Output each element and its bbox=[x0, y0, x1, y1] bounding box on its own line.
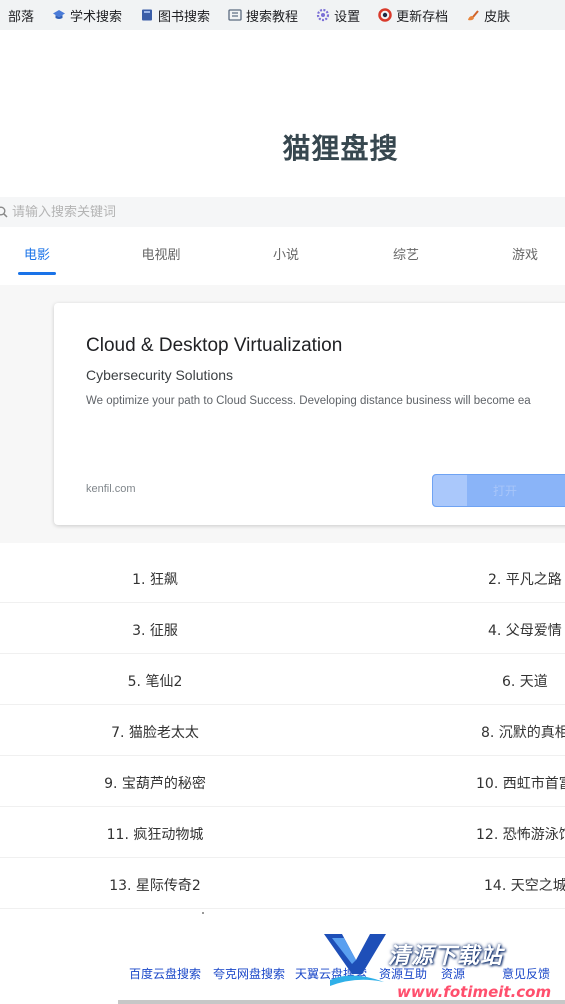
ranking-item[interactable]: 12. 恐怖游泳馆 bbox=[476, 824, 565, 844]
blog-icon bbox=[0, 8, 4, 22]
book-icon bbox=[142, 9, 153, 21]
ranking-item[interactable]: 9. 宝葫芦的秘密 bbox=[80, 773, 230, 793]
tab-variety[interactable]: 综艺 bbox=[366, 236, 446, 280]
tab-game[interactable]: 游戏 bbox=[485, 236, 565, 280]
footer-link-quark[interactable]: 夸克网盘搜索 bbox=[213, 965, 285, 982]
search-input[interactable] bbox=[12, 204, 512, 220]
ranking-row: 9. 宝葫芦的秘密 10. 西虹市首富 bbox=[0, 756, 565, 807]
bookmark-label: 部落 bbox=[8, 9, 35, 25]
bookmark-label: 搜索教程 bbox=[246, 9, 299, 25]
ad-button-highlight bbox=[433, 475, 467, 506]
bookmarks-bar: 部落 学术搜索 图书搜索 搜索教程 设置 更新存档 皮肤 bbox=[0, 0, 565, 30]
gear-icon bbox=[316, 8, 330, 22]
bookmark-label: 设置 bbox=[334, 9, 361, 25]
watermark-logo-icon bbox=[324, 934, 386, 986]
ranking-row: 13. 星际传奇2 14. 天空之城 bbox=[0, 858, 565, 909]
bookmark-label: 更新存档 bbox=[396, 9, 449, 25]
bookmark-label: 皮肤 bbox=[484, 9, 511, 25]
ranking-item[interactable]: 11. 疯狂动物城 bbox=[80, 824, 230, 844]
ad-domain[interactable]: kenfil.com bbox=[86, 483, 136, 495]
active-tab-indicator bbox=[18, 272, 56, 275]
horizontal-scrollbar[interactable] bbox=[118, 1000, 565, 1004]
ranking-item[interactable]: 1. 狂飙 bbox=[80, 569, 230, 589]
bookmark-tutorial[interactable]: 搜索教程 bbox=[220, 4, 306, 26]
ranking-item[interactable]: 8. 沉默的真相 bbox=[481, 722, 565, 742]
ranking-item[interactable]: 7. 猫脸老太太 bbox=[80, 722, 230, 742]
bookmark-label: 图书搜索 bbox=[158, 9, 211, 25]
tab-novel[interactable]: 小说 bbox=[246, 236, 326, 280]
bookmark-settings[interactable]: 设置 bbox=[308, 4, 368, 26]
ranking-row: 5. 笔仙2 6. 天道 bbox=[0, 654, 565, 705]
site-title: 猫狸盘搜 bbox=[282, 132, 399, 165]
brush-icon bbox=[468, 10, 479, 21]
watermark-title: 清源下载站 bbox=[388, 944, 504, 969]
ad-subtitle: Cybersecurity Solutions bbox=[86, 367, 234, 383]
category-tabs: 电影 电视剧 小说 综艺 游戏 bbox=[0, 236, 565, 284]
bookmark-scholar[interactable]: 学术搜索 bbox=[44, 4, 130, 26]
watermark-url: www.fotimeit.com bbox=[397, 983, 552, 1001]
ad-card[interactable]: Cloud & Desktop Virtualization Cybersecu… bbox=[54, 303, 565, 525]
ranking-item[interactable]: 2. 平凡之路 bbox=[488, 569, 562, 589]
archive-icon bbox=[378, 8, 392, 22]
ranking-item[interactable]: 13. 星际传奇2 bbox=[80, 875, 230, 895]
ad-description: We optimize your path to Cloud Success. … bbox=[86, 395, 531, 407]
ranking-row: 7. 猫脸老太太 8. 沉默的真相 bbox=[0, 705, 565, 756]
ad-open-button[interactable]: 打开 bbox=[432, 474, 565, 507]
ranking-item[interactable]: 3. 征服 bbox=[80, 620, 230, 640]
search-icon bbox=[0, 206, 8, 218]
ranking-item[interactable]: 6. 天道 bbox=[502, 671, 548, 691]
bookmark-archive[interactable]: 更新存档 bbox=[370, 4, 456, 26]
ranking-item[interactable]: 4. 父母爱情 bbox=[488, 620, 562, 640]
bookmark-blog[interactable]: 部落 bbox=[0, 4, 42, 26]
ranking-row: 11. 疯狂动物城 12. 恐怖游泳馆 bbox=[0, 807, 565, 858]
ranking-row: 3. 征服 4. 父母爱情 bbox=[0, 603, 565, 654]
tutorial-icon bbox=[228, 9, 242, 21]
ranking-item[interactable]: 5. 笔仙2 bbox=[80, 671, 230, 691]
stray-dot bbox=[202, 912, 204, 914]
bookmark-books[interactable]: 图书搜索 bbox=[132, 4, 218, 26]
ranking-item[interactable]: 14. 天空之城 bbox=[484, 875, 565, 895]
footer-link-baidu[interactable]: 百度云盘搜索 bbox=[129, 965, 201, 982]
footer-link-feedback[interactable]: 意见反馈 bbox=[502, 965, 550, 982]
ranking-list: 1. 狂飙 2. 平凡之路 3. 征服 4. 父母爱情 5. 笔仙2 6. 天道… bbox=[0, 552, 565, 909]
ranking-row: 1. 狂飙 2. 平凡之路 bbox=[0, 552, 565, 603]
ranking-item[interactable]: 10. 西虹市首富 bbox=[476, 773, 565, 793]
search-bar[interactable] bbox=[0, 197, 565, 227]
ad-title[interactable]: Cloud & Desktop Virtualization bbox=[86, 335, 342, 357]
graduation-cap-icon bbox=[53, 10, 66, 19]
tab-tv-series[interactable]: 电视剧 bbox=[121, 236, 201, 280]
ad-button-label: 打开 bbox=[493, 484, 518, 498]
bookmark-label: 学术搜索 bbox=[70, 9, 123, 25]
bookmark-skin[interactable]: 皮肤 bbox=[458, 4, 518, 26]
